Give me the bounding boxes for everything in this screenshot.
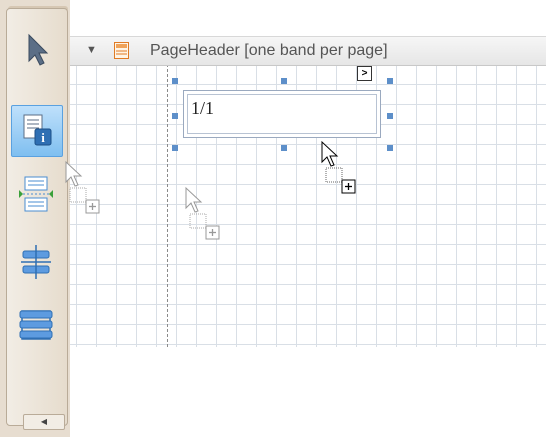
resize-handle-top-left[interactable] xyxy=(172,78,178,84)
page-header-band[interactable]: ▼ PageHeader [one band per page] xyxy=(70,36,546,66)
tool-cross-band-box[interactable] xyxy=(11,299,63,351)
cross-band-box-icon xyxy=(19,310,53,340)
page-info-icon: i xyxy=(23,114,52,146)
line-icon xyxy=(21,245,51,279)
toolbox-panel: i ◀ xyxy=(6,8,68,430)
toolbox-scroll-button[interactable]: ◀ xyxy=(23,414,65,430)
page-info-control[interactable]: 1/1 xyxy=(183,90,381,138)
label-inner-border xyxy=(187,94,377,134)
resize-handle-top[interactable] xyxy=(281,78,287,84)
page-break-icon xyxy=(19,176,53,212)
page-info-text: 1/1 xyxy=(191,98,215,118)
resize-handle-right[interactable] xyxy=(387,113,393,119)
page-header-band-icon xyxy=(114,42,129,59)
tool-pointer[interactable] xyxy=(11,23,63,75)
resize-handle-bottom-right[interactable] xyxy=(387,145,393,151)
tool-page-info[interactable]: i xyxy=(11,105,63,157)
collapse-icon[interactable]: ▼ xyxy=(86,44,97,56)
drag-cursor-icon xyxy=(321,140,356,194)
resize-handle-left[interactable] xyxy=(172,113,178,119)
pointer-icon xyxy=(28,33,49,66)
drag-cursor-icon xyxy=(65,160,100,214)
svg-text:i: i xyxy=(41,130,45,145)
left-margin-line[interactable] xyxy=(167,64,168,347)
band-label: PageHeader [one band per page] xyxy=(150,42,388,59)
resize-handle-top-right[interactable] xyxy=(387,78,393,84)
tool-line[interactable] xyxy=(11,237,63,289)
tool-page-break[interactable] xyxy=(11,169,63,221)
drag-cursor-icon xyxy=(185,186,220,240)
resize-handle-bottom-left[interactable] xyxy=(172,145,178,151)
toolbox: i ◀ xyxy=(0,0,70,437)
smart-tag-button[interactable]: > xyxy=(357,66,372,81)
resize-handle-bottom[interactable] xyxy=(281,145,287,151)
